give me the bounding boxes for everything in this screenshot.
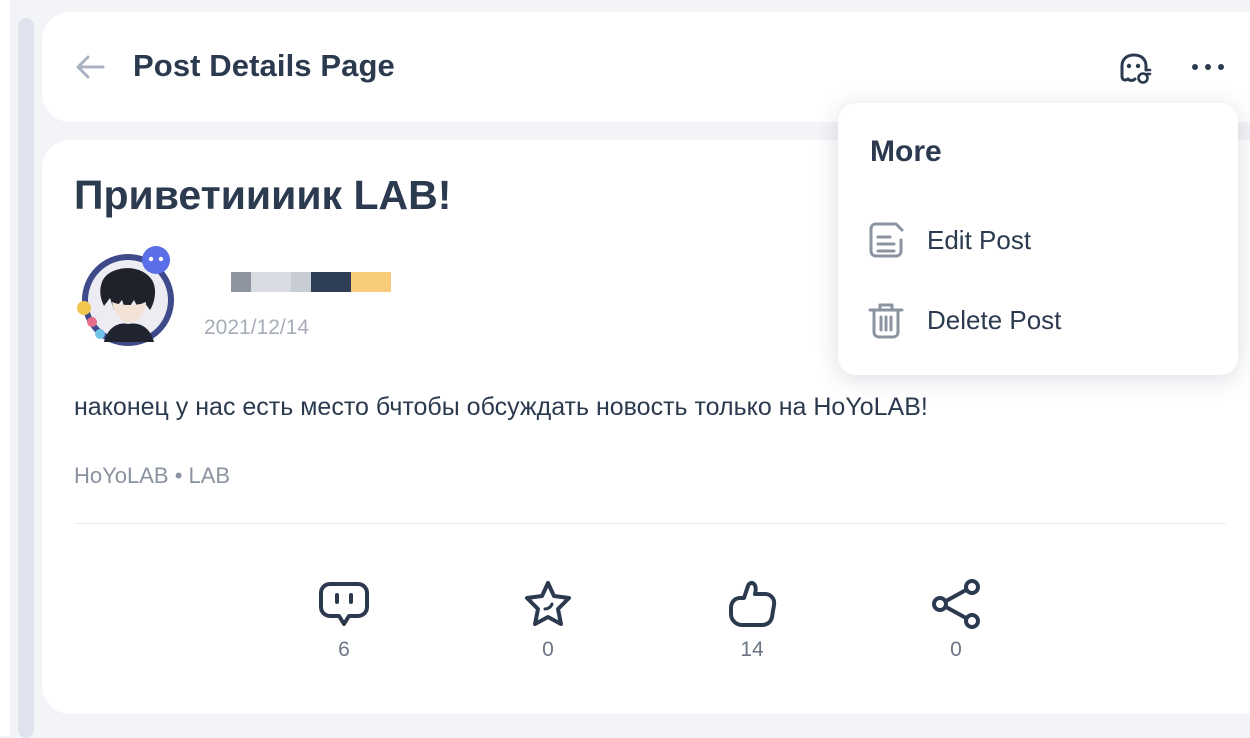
share-count: 0 [950, 638, 962, 662]
menu-item-label: Delete Post [927, 305, 1061, 336]
username-redacted[interactable] [231, 272, 391, 292]
comment-icon [318, 578, 370, 630]
menu-item-label: Edit Post [927, 225, 1031, 256]
comment-button[interactable]: 6 [304, 578, 384, 668]
share-button[interactable]: 0 [916, 578, 996, 668]
favorite-button[interactable]: 0 [508, 578, 588, 668]
post-date: 2021/12/14 [204, 316, 309, 340]
post-title: Приветиииик LAB! [74, 172, 451, 219]
like-button[interactable]: 14 [712, 578, 792, 668]
menu-item-delete-post[interactable]: Delete Post [866, 295, 1216, 345]
star-icon [521, 578, 575, 630]
divider [74, 523, 1226, 524]
arrow-left-icon [75, 54, 105, 80]
robot-settings-icon [1116, 50, 1152, 86]
post-tags[interactable]: HoYoLAB • LAB [74, 463, 230, 489]
avatar[interactable] [74, 246, 186, 350]
like-count: 14 [740, 638, 763, 662]
sidebar-scrollbar[interactable] [18, 18, 34, 738]
trash-icon [866, 300, 906, 340]
ellipsis-icon [1192, 64, 1198, 70]
edit-icon [866, 220, 906, 260]
favorite-count: 0 [542, 638, 554, 662]
dropdown-title: More [870, 135, 942, 169]
more-dropdown-menu: More Edit Post Delete Post [838, 103, 1238, 375]
bot-settings-button[interactable] [1114, 48, 1154, 88]
thumbs-up-icon [725, 578, 779, 630]
left-panel-edge [0, 0, 10, 736]
share-icon [929, 578, 983, 630]
more-options-button[interactable] [1184, 52, 1232, 82]
back-button[interactable] [74, 50, 106, 84]
page-title: Post Details Page [133, 48, 395, 84]
comment-count: 6 [338, 638, 350, 662]
menu-item-edit-post[interactable]: Edit Post [866, 215, 1216, 265]
post-body: наконец у нас есть место бчтобы обсуждат… [74, 393, 928, 422]
